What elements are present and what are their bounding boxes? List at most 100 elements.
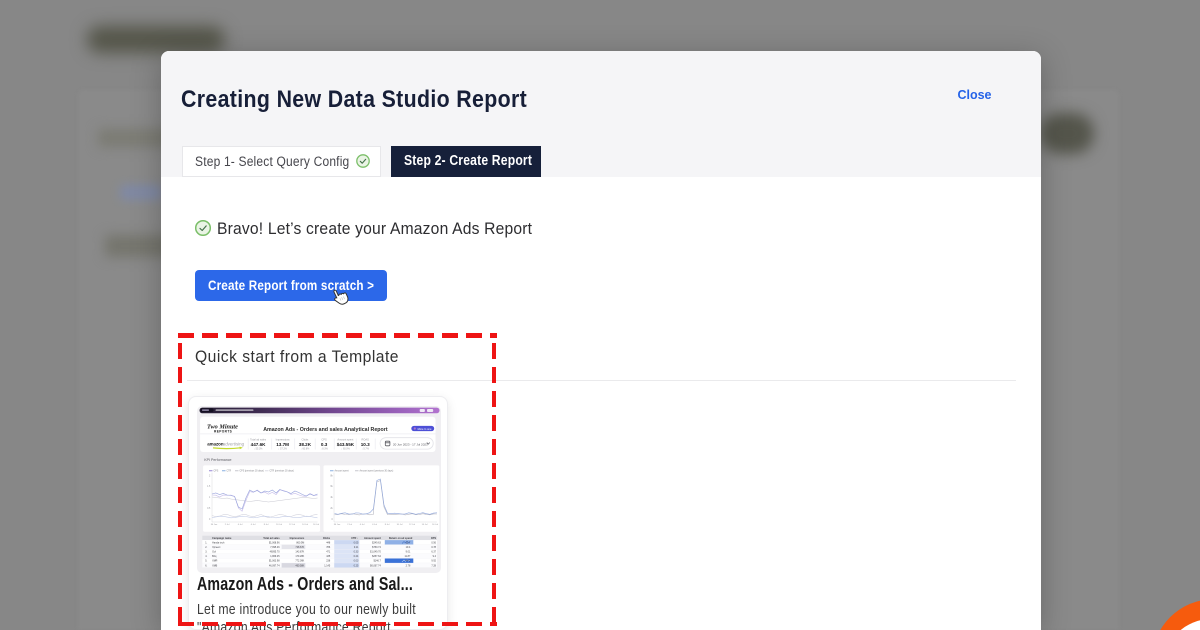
svg-text:↓ 8.3%: ↓ 8.3% (320, 448, 328, 451)
svg-text:↓ 60.8%: ↓ 60.8% (300, 448, 310, 451)
svg-text:8 Jul: 8 Jul (384, 524, 389, 526)
svg-text:Amount spent: Amount spent (337, 438, 353, 442)
svg-text:Clicks: Clicks (323, 537, 331, 540)
svg-text:5.: 5. (205, 560, 207, 563)
svg-text:1,145: 1,145 (324, 564, 331, 567)
svg-text:Amount spent: Amount spent (364, 537, 381, 540)
svg-text:↓ 60.0%: ↓ 60.0% (341, 448, 351, 451)
svg-text:Total ad sales: Total ad sales (250, 438, 267, 442)
svg-text:XMR: XMR (212, 560, 218, 563)
svg-text:19.4: 19.4 (405, 546, 410, 549)
svg-text:238: 238 (326, 560, 331, 563)
svg-text:1,869.45: 1,869.45 (270, 555, 280, 558)
svg-text:447.6K: 447.6K (250, 442, 265, 447)
svg-text:XMB: XMB (212, 564, 218, 567)
svg-text:16 Jul: 16 Jul (432, 524, 438, 526)
svg-text:772.09K: 772.09K (295, 560, 304, 563)
svg-text:$750.74: $750.74 (372, 546, 381, 549)
svg-text:179.28K: 179.28K (295, 555, 304, 558)
svg-text:CPS: CPS (321, 438, 327, 442)
svg-text:786: 786 (326, 546, 331, 549)
svg-text:9.01: 9.01 (405, 551, 410, 554)
svg-text:860.5M: 860.5M (296, 541, 304, 544)
svg-text:Xpreeni: Xpreeni (212, 546, 221, 549)
svg-text:0.56: 0.56 (431, 541, 436, 544)
svg-text:Gol: Gol (212, 551, 216, 554)
svg-text:30 Jun: 30 Jun (210, 524, 217, 526)
svg-text:4 Jul: 4 Jul (237, 524, 242, 526)
svg-text:471: 471 (326, 551, 331, 554)
svg-text:11.87: 11.87 (404, 555, 410, 558)
svg-text:8 Jul: 8 Jul (263, 524, 268, 526)
svg-text:0.78: 0.78 (431, 546, 436, 549)
svg-text:CTR (previous 30 days): CTR (previous 30 days) (269, 470, 293, 473)
svg-text:KPI Performance: KPI Performance (204, 458, 231, 462)
svg-text:$43.55K: $43.55K (336, 442, 354, 447)
svg-text:0.03: 0.03 (353, 560, 358, 563)
svg-text:Campaign name: Campaign name (212, 537, 232, 540)
svg-text:0.24: 0.24 (353, 555, 358, 558)
svg-text:$257.64: $257.64 (372, 555, 381, 558)
svg-text:6.37: 6.37 (431, 551, 436, 554)
svg-text:More In one: More In one (417, 427, 431, 431)
svg-text:10 Jul: 10 Jul (276, 524, 282, 526)
svg-text:CPS (previous 30 days): CPS (previous 30 days) (239, 470, 263, 473)
svg-text:13.7M: 13.7M (276, 442, 289, 447)
svg-text:7.28: 7.28 (431, 564, 436, 567)
svg-text:143.87K: 143.87K (295, 551, 304, 554)
svg-text:$1,049.70: $1,049.70 (370, 551, 381, 554)
svg-text:Return on ad spend: Return on ad spend (389, 537, 413, 540)
svg-text:Amount spent: Amount spent (334, 470, 349, 473)
svg-text:14 Jul: 14 Jul (302, 524, 308, 526)
svg-text:advertising: advertising (222, 442, 244, 447)
svg-text:2 Jul: 2 Jul (224, 524, 229, 526)
svg-text:14 Jul: 14 Jul (421, 524, 427, 526)
svg-text:↓ 55.3%: ↓ 55.3% (253, 448, 263, 451)
svg-text:Impressions: Impressions (275, 438, 290, 442)
svg-text:CPS: CPS (431, 537, 436, 540)
svg-text:46095.70: 46095.70 (269, 551, 280, 554)
svg-text:2 Jul: 2 Jul (347, 524, 352, 526)
svg-text:↓ 5.7%: ↓ 5.7% (361, 448, 369, 451)
svg-text:16 Jul: 16 Jul (313, 524, 319, 526)
svg-text:12.7: 12.7 (405, 541, 410, 544)
svg-text:Amount spent (previous 30 days: Amount spent (previous 30 days) (359, 470, 393, 473)
svg-text:6 Jul: 6 Jul (250, 524, 255, 526)
svg-text:$1,063.98: $1,063.98 (269, 560, 280, 563)
svg-text:↓ 57.2%: ↓ 57.2% (278, 448, 288, 451)
svg-text:0.3: 0.3 (321, 442, 328, 447)
svg-text:460.58K: 460.58K (295, 564, 304, 567)
svg-text:$1,068.96: $1,068.96 (269, 541, 280, 544)
svg-text:20 Jun 2023 - 17 Jul 2023: 20 Jun 2023 - 17 Jul 2023 (393, 442, 428, 446)
svg-text:3.: 3. (205, 551, 207, 554)
svg-text:Clicks: Clicks (301, 438, 309, 442)
svg-text:6.: 6. (205, 564, 207, 567)
svg-text:0.25: 0.25 (353, 564, 358, 567)
svg-text:30 Jun: 30 Jun (333, 524, 340, 526)
svg-text:44.2: 44.2 (405, 560, 410, 563)
svg-text:448: 448 (326, 541, 331, 544)
svg-text:2.78: 2.78 (405, 564, 410, 567)
svg-text:0.05: 0.05 (353, 541, 358, 544)
svg-text:$146.7: $146.7 (373, 560, 381, 563)
svg-text:Impressions: Impressions (289, 537, 304, 540)
svg-text:6 Jul: 6 Jul (372, 524, 377, 526)
svg-text:$6,067.74: $6,067.74 (370, 564, 381, 567)
svg-text:0.11: 0.11 (354, 546, 359, 549)
svg-text:4.: 4. (205, 555, 207, 558)
svg-text:Briq: Briq (212, 555, 217, 558)
svg-text:CTR: CTR (226, 471, 231, 473)
svg-text:12 Jul: 12 Jul (289, 524, 295, 526)
svg-text:Total ad sales: Total ad sales (263, 537, 280, 540)
svg-text:728.67K: 728.67K (295, 546, 304, 549)
svg-text:4 Jul: 4 Jul (359, 524, 364, 526)
svg-text:2.: 2. (205, 546, 207, 549)
svg-text:10 Jul: 10 Jul (396, 524, 402, 526)
svg-text:7,995.46: 7,995.46 (270, 546, 280, 549)
svg-text:CTR ↓: CTR ↓ (351, 537, 358, 540)
svg-text:1.: 1. (205, 541, 207, 544)
svg-text:REPORTS: REPORTS (214, 429, 232, 433)
svg-text:12 Jul: 12 Jul (409, 524, 415, 526)
svg-text:Handa tech: Handa tech (212, 541, 225, 544)
svg-text:46,097.74: 46,097.74 (269, 564, 280, 567)
